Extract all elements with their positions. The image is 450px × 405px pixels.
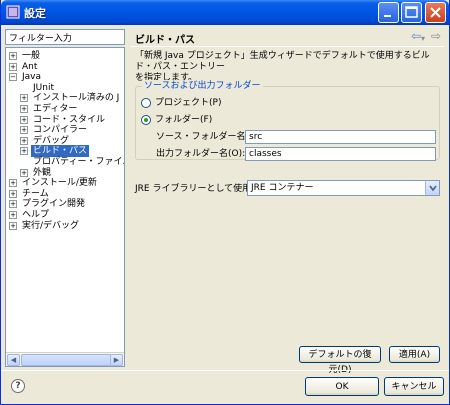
close-icon bbox=[430, 7, 441, 18]
scrollbar-thumb[interactable] bbox=[21, 354, 111, 366]
expand-icon[interactable]: + bbox=[9, 62, 17, 71]
expand-icon[interactable]: + bbox=[20, 115, 28, 124]
footer-separator bbox=[1, 370, 449, 371]
scroll-right-icon[interactable]: ▶ bbox=[110, 354, 123, 366]
description-line-1: 「新規 Java プロジェクト」生成ウィザードでデフォルトで使用するビルド・パス… bbox=[135, 51, 430, 72]
preferences-window: 設定 +一般+Ant−JavaJUnit+インストール済みの J+エディター+コ… bbox=[0, 0, 450, 405]
apply-button[interactable]: 適用(A) bbox=[389, 346, 440, 363]
preference-page: ビルド・パス ⇦ ▾ ⇨ 「新規 Java プロジェクト」生成ウィザードでデフォ… bbox=[131, 29, 444, 375]
chevron-down-icon[interactable] bbox=[425, 181, 439, 195]
expand-icon[interactable]: + bbox=[20, 136, 28, 145]
source-output-folder-group: ソースおよび出力フォルダー プロジェクト(P) フォルダー(F) ソース・フォル… bbox=[135, 80, 440, 161]
title-separator bbox=[131, 46, 444, 47]
expand-icon[interactable]: + bbox=[20, 126, 28, 135]
cancel-button[interactable]: キャンセル bbox=[384, 377, 444, 396]
folder-radio-button[interactable] bbox=[141, 115, 151, 125]
output-folder-label: 出力フォルダー名(O): bbox=[156, 149, 246, 159]
filter-input[interactable] bbox=[5, 29, 125, 45]
expand-icon[interactable]: + bbox=[9, 211, 17, 219]
restore-defaults-button[interactable]: デフォルトの復元(D) bbox=[299, 346, 381, 375]
expand-icon[interactable]: + bbox=[9, 221, 17, 230]
expand-icon[interactable]: + bbox=[9, 179, 17, 188]
forward-arrow-icon[interactable]: ⇨ bbox=[431, 30, 441, 42]
expand-icon[interactable]: + bbox=[20, 94, 28, 103]
maximize-icon bbox=[405, 6, 418, 18]
jre-library-value: JRE コンテナー bbox=[251, 183, 314, 193]
preference-tree[interactable]: + 一般 + Ant − Java JUnit + インストール済みの J + エディター + コード・… bbox=[5, 47, 125, 367]
back-dropdown-icon[interactable]: ▾ bbox=[421, 33, 425, 45]
help-icon[interactable]: ? bbox=[11, 379, 25, 393]
ok-button[interactable]: OK bbox=[305, 377, 379, 396]
scroll-left-icon[interactable]: ◀ bbox=[7, 354, 20, 366]
minimize-button[interactable] bbox=[378, 2, 399, 23]
expand-icon[interactable]: + bbox=[20, 105, 28, 113]
expand-icon[interactable]: + bbox=[20, 168, 28, 177]
title-bar[interactable]: 設定 bbox=[1, 0, 449, 25]
expand-icon[interactable]: + bbox=[9, 52, 17, 60]
expand-icon[interactable]: + bbox=[9, 189, 17, 198]
app-icon bbox=[6, 5, 20, 19]
project-radio-button[interactable] bbox=[141, 98, 151, 108]
project-radio-label: プロジェクト(P) bbox=[155, 98, 222, 108]
tree-item-label: 実行/デバッグ bbox=[22, 220, 80, 231]
back-arrow-icon[interactable]: ⇦ bbox=[411, 30, 421, 42]
minimize-icon bbox=[384, 15, 391, 17]
source-folder-input[interactable] bbox=[245, 130, 436, 144]
group-title: ソースおよび出力フォルダー bbox=[142, 80, 263, 92]
tree-horizontal-scrollbar[interactable]: ◀ ▶ bbox=[6, 352, 124, 366]
collapse-icon[interactable]: − bbox=[9, 73, 17, 82]
page-title: ビルド・パス bbox=[135, 35, 195, 46]
folder-radio-label: フォルダー(F) bbox=[155, 115, 213, 125]
maximize-button[interactable] bbox=[401, 2, 422, 23]
jre-library-select[interactable]: JRE コンテナー bbox=[247, 180, 440, 196]
output-folder-input[interactable] bbox=[245, 147, 436, 161]
close-button[interactable] bbox=[425, 2, 446, 23]
expand-icon[interactable]: + bbox=[9, 200, 17, 209]
expand-icon[interactable]: + bbox=[20, 147, 28, 156]
window-title: 設定 bbox=[24, 7, 46, 20]
